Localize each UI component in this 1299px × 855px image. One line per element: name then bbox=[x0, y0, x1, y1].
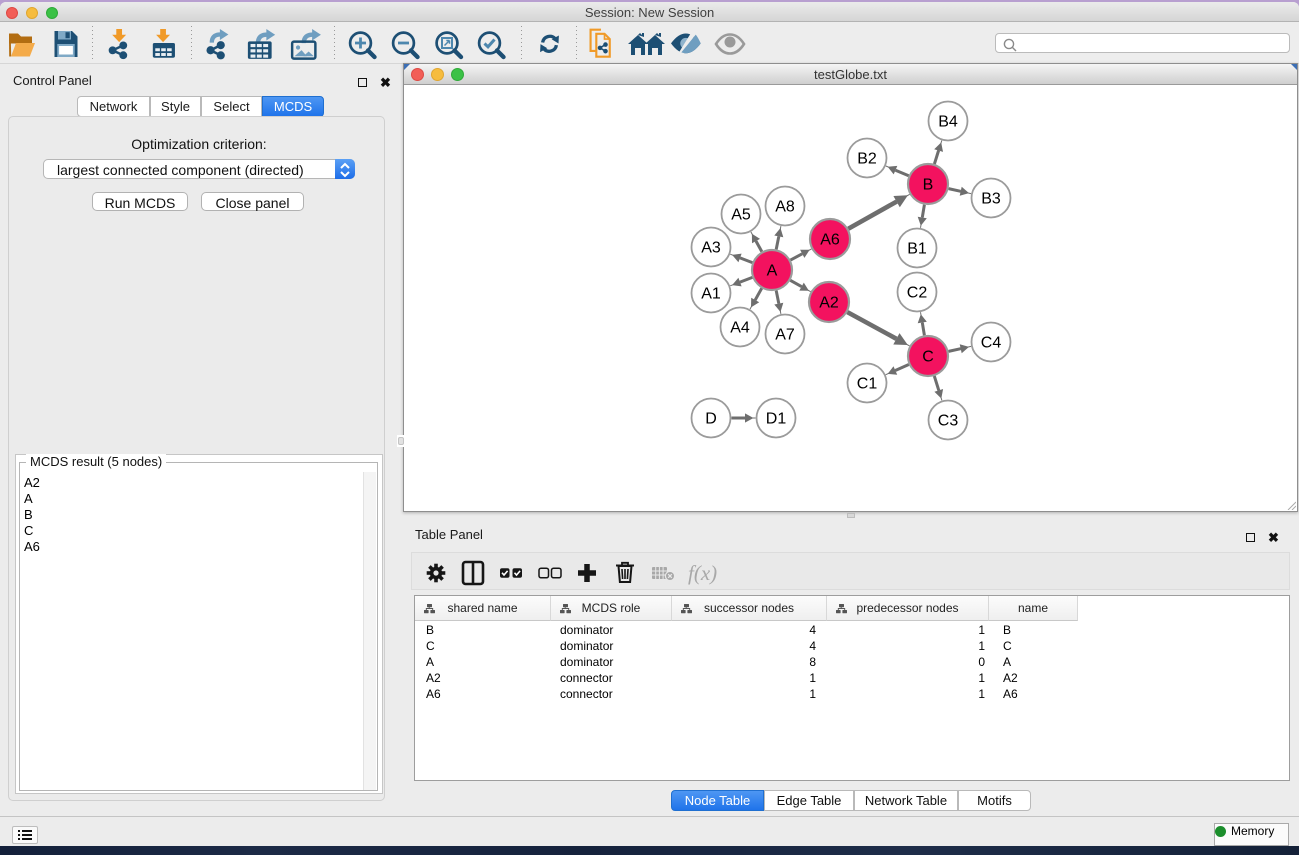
svg-text:A: A bbox=[767, 263, 778, 280]
svg-text:D: D bbox=[705, 411, 717, 428]
svg-text:A5: A5 bbox=[731, 207, 751, 224]
svg-text:C3: C3 bbox=[938, 413, 959, 430]
svg-text:B: B bbox=[923, 177, 934, 194]
svg-text:A3: A3 bbox=[701, 240, 721, 257]
svg-text:A8: A8 bbox=[775, 199, 795, 216]
svg-text:D1: D1 bbox=[766, 411, 787, 428]
svg-text:A7: A7 bbox=[775, 327, 795, 344]
svg-text:C: C bbox=[922, 349, 934, 366]
svg-text:B4: B4 bbox=[938, 114, 958, 131]
svg-text:A6: A6 bbox=[820, 232, 840, 249]
svg-text:B1: B1 bbox=[907, 241, 927, 258]
svg-text:A1: A1 bbox=[701, 286, 721, 303]
svg-text:C1: C1 bbox=[857, 376, 878, 393]
svg-text:A2: A2 bbox=[819, 295, 839, 312]
svg-text:f(x): f(x) bbox=[688, 561, 717, 585]
svg-text:B2: B2 bbox=[857, 151, 877, 168]
svg-text:B3: B3 bbox=[981, 191, 1001, 208]
svg-text:A4: A4 bbox=[730, 320, 750, 337]
svg-text:C4: C4 bbox=[981, 335, 1002, 352]
svg-text:C2: C2 bbox=[907, 285, 928, 302]
